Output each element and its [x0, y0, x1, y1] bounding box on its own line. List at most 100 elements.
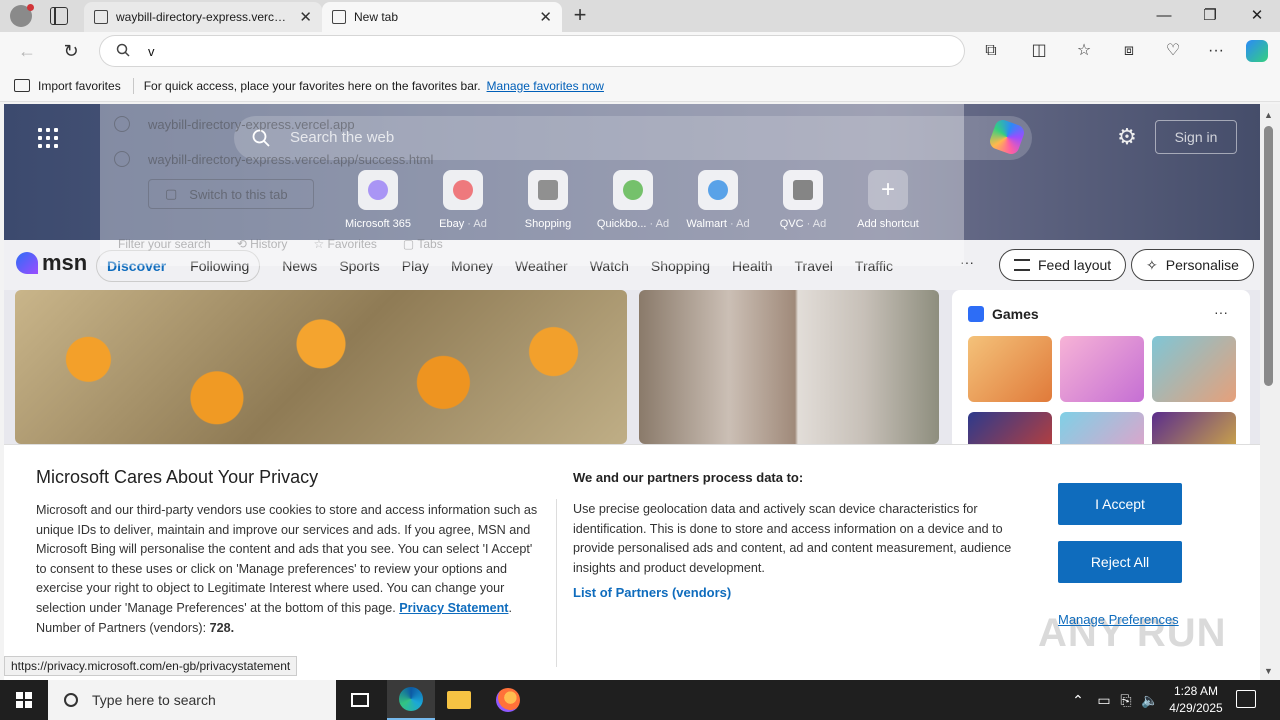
status-url-tooltip: https://privacy.microsoft.com/en-gb/priv… [4, 656, 298, 676]
sliders-icon [1014, 259, 1030, 271]
tab-waybill[interactable]: waybill-directory-express.vercel.app ✕ [84, 2, 322, 32]
import-favorites-button[interactable]: Import favorites [14, 79, 121, 93]
list-of-partners-link[interactable]: List of Partners (vendors) [573, 585, 731, 600]
suggestion-filters: Filter your search ⟲ History ☆ Favorites… [118, 237, 443, 251]
edge-icon [399, 687, 423, 711]
address-input[interactable] [148, 40, 948, 62]
privacy-title: Microsoft Cares About Your Privacy [36, 467, 319, 487]
games-card: Games ··· [952, 290, 1250, 478]
games-title: Games [992, 306, 1039, 322]
collections-icon[interactable]: ⧈ [1118, 40, 1140, 62]
clock-time: 1:28 AM [1173, 684, 1219, 698]
game-thumbnail[interactable] [1060, 336, 1144, 402]
task-view-icon [351, 693, 369, 707]
tray-overflow-icon[interactable]: ⌃ [1068, 680, 1088, 720]
extensions-icon[interactable]: ⧉ [980, 40, 1002, 62]
tab-title: waybill-directory-express.vercel.app [116, 10, 292, 24]
network-icon[interactable]: ⎘ [1116, 680, 1136, 720]
settings-more-icon[interactable]: ··· [1205, 40, 1227, 62]
msn-logo-text: msn [42, 250, 88, 275]
page-scrollbar[interactable]: ▲ ▼ [1260, 104, 1280, 680]
refresh-icon[interactable]: ↻ [58, 38, 84, 64]
manage-favorites-link[interactable]: Manage favorites now [487, 79, 604, 93]
restore-button[interactable]: ❐ [1187, 0, 1233, 32]
taskbar-edge[interactable] [387, 680, 435, 720]
taskbar-firefox[interactable] [484, 680, 532, 720]
filter-tabs[interactable]: ▢ Tabs [403, 237, 443, 251]
back-arrow-icon[interactable]: ← [14, 38, 40, 64]
filter-history-label: History [250, 237, 288, 251]
privacy-consent-banner: Microsoft Cares About Your Privacy Micro… [4, 444, 1260, 680]
taskbar-search-box[interactable]: Type here to search [48, 680, 336, 720]
title-bar: waybill-directory-express.vercel.app ✕ N… [0, 0, 1280, 32]
msn-logo[interactable]: msn [16, 250, 87, 276]
reject-all-button[interactable]: Reject All [1058, 541, 1182, 583]
scroll-up-arrow-icon[interactable]: ▲ [1264, 110, 1273, 120]
address-suggestions-dropdown: waybill-directory-express.vercel.app way… [100, 104, 964, 266]
close-tab-icon[interactable]: ✕ [299, 8, 312, 26]
filter-label: Filter your search [118, 237, 211, 251]
news-card-image[interactable] [15, 290, 627, 444]
accept-button[interactable]: I Accept [1058, 483, 1182, 525]
filter-tabs-label: Tabs [417, 237, 443, 251]
divider [132, 77, 134, 94]
process-text: Use precise geolocation data and activel… [573, 502, 1012, 575]
filter-favorites-label: Favorites [327, 237, 377, 251]
game-thumbnail[interactable] [1152, 336, 1236, 402]
sparkle-icon: ✧ [1146, 256, 1158, 273]
feed-layout-button[interactable]: Feed layout [999, 249, 1127, 281]
suggestion-item[interactable]: waybill-directory-express.vercel.app [114, 113, 355, 135]
puzzle-icon [968, 306, 984, 322]
tab-new-tab[interactable]: New tab ✕ [322, 2, 562, 32]
game-thumbnail[interactable] [968, 336, 1052, 402]
start-button[interactable] [0, 680, 48, 720]
tab-title: New tab [354, 10, 399, 24]
browser-essentials-icon[interactable]: ♡ [1162, 40, 1184, 62]
manage-preferences-link[interactable]: Manage Preferences [1058, 612, 1179, 627]
windows-logo-icon [16, 692, 32, 708]
folder-icon [447, 691, 471, 709]
globe-icon [114, 116, 130, 132]
notifications-icon[interactable] [1236, 690, 1256, 708]
split-screen-icon[interactable]: ◫ [1028, 40, 1050, 62]
import-icon [14, 79, 30, 92]
suggestion-item[interactable]: waybill-directory-express.vercel.app/suc… [114, 148, 433, 170]
close-tab-icon[interactable]: ✕ [539, 8, 552, 26]
partners-label: Number of Partners (vendors): [36, 620, 207, 635]
volume-icon[interactable]: 🔈 [1140, 680, 1160, 720]
switch-to-tab-button[interactable]: ▢ Switch to this tab [148, 179, 314, 209]
privacy-body: Microsoft and our third-party vendors us… [36, 503, 538, 635]
task-view-button[interactable] [336, 680, 384, 720]
tab-icon: ▢ [165, 186, 178, 201]
globe-icon [114, 151, 130, 167]
scroll-thumb[interactable] [1264, 126, 1273, 386]
process-title: We and our partners process data to: [573, 470, 804, 485]
newtab-page-icon [332, 10, 346, 24]
games-more-button[interactable]: ··· [1214, 304, 1228, 320]
favorites-star-icon[interactable]: ☆ [1073, 40, 1095, 62]
device-icon[interactable]: ▭ [1094, 680, 1114, 720]
browser-toolbar: ← ↻ ⧉ ◫ ☆ ⧈ ♡ ··· [0, 32, 1280, 70]
apps-grid-icon[interactable] [38, 128, 58, 148]
scroll-down-arrow-icon[interactable]: ▼ [1264, 666, 1273, 676]
minimize-button[interactable]: — [1141, 0, 1187, 32]
sign-in-button[interactable]: Sign in [1155, 120, 1237, 154]
page-icon [94, 10, 108, 24]
new-tab-button[interactable]: + [568, 4, 592, 28]
firefox-icon [496, 688, 520, 712]
copilot-icon[interactable] [1246, 40, 1268, 62]
gear-icon[interactable]: ⚙ [1116, 126, 1138, 148]
profile-avatar-icon[interactable] [10, 4, 34, 27]
news-card-image[interactable] [639, 290, 939, 444]
personalise-button[interactable]: ✧ Personalise [1131, 249, 1254, 281]
address-bar[interactable] [100, 36, 964, 66]
system-clock[interactable]: 1:28 AM 4/29/2025 [1160, 683, 1232, 717]
filter-history[interactable]: ⟲ History [237, 237, 288, 251]
privacy-statement-link[interactable]: Privacy Statement [399, 601, 508, 615]
taskbar-file-explorer[interactable] [435, 680, 483, 720]
clock-date: 4/29/2025 [1169, 701, 1223, 715]
tab-actions-icon[interactable] [50, 7, 68, 25]
filter-favorites[interactable]: ☆ Favorites [313, 237, 376, 251]
close-window-button[interactable]: ✕ [1234, 0, 1280, 32]
suggestion-text: waybill-directory-express.vercel.app/suc… [148, 151, 434, 167]
